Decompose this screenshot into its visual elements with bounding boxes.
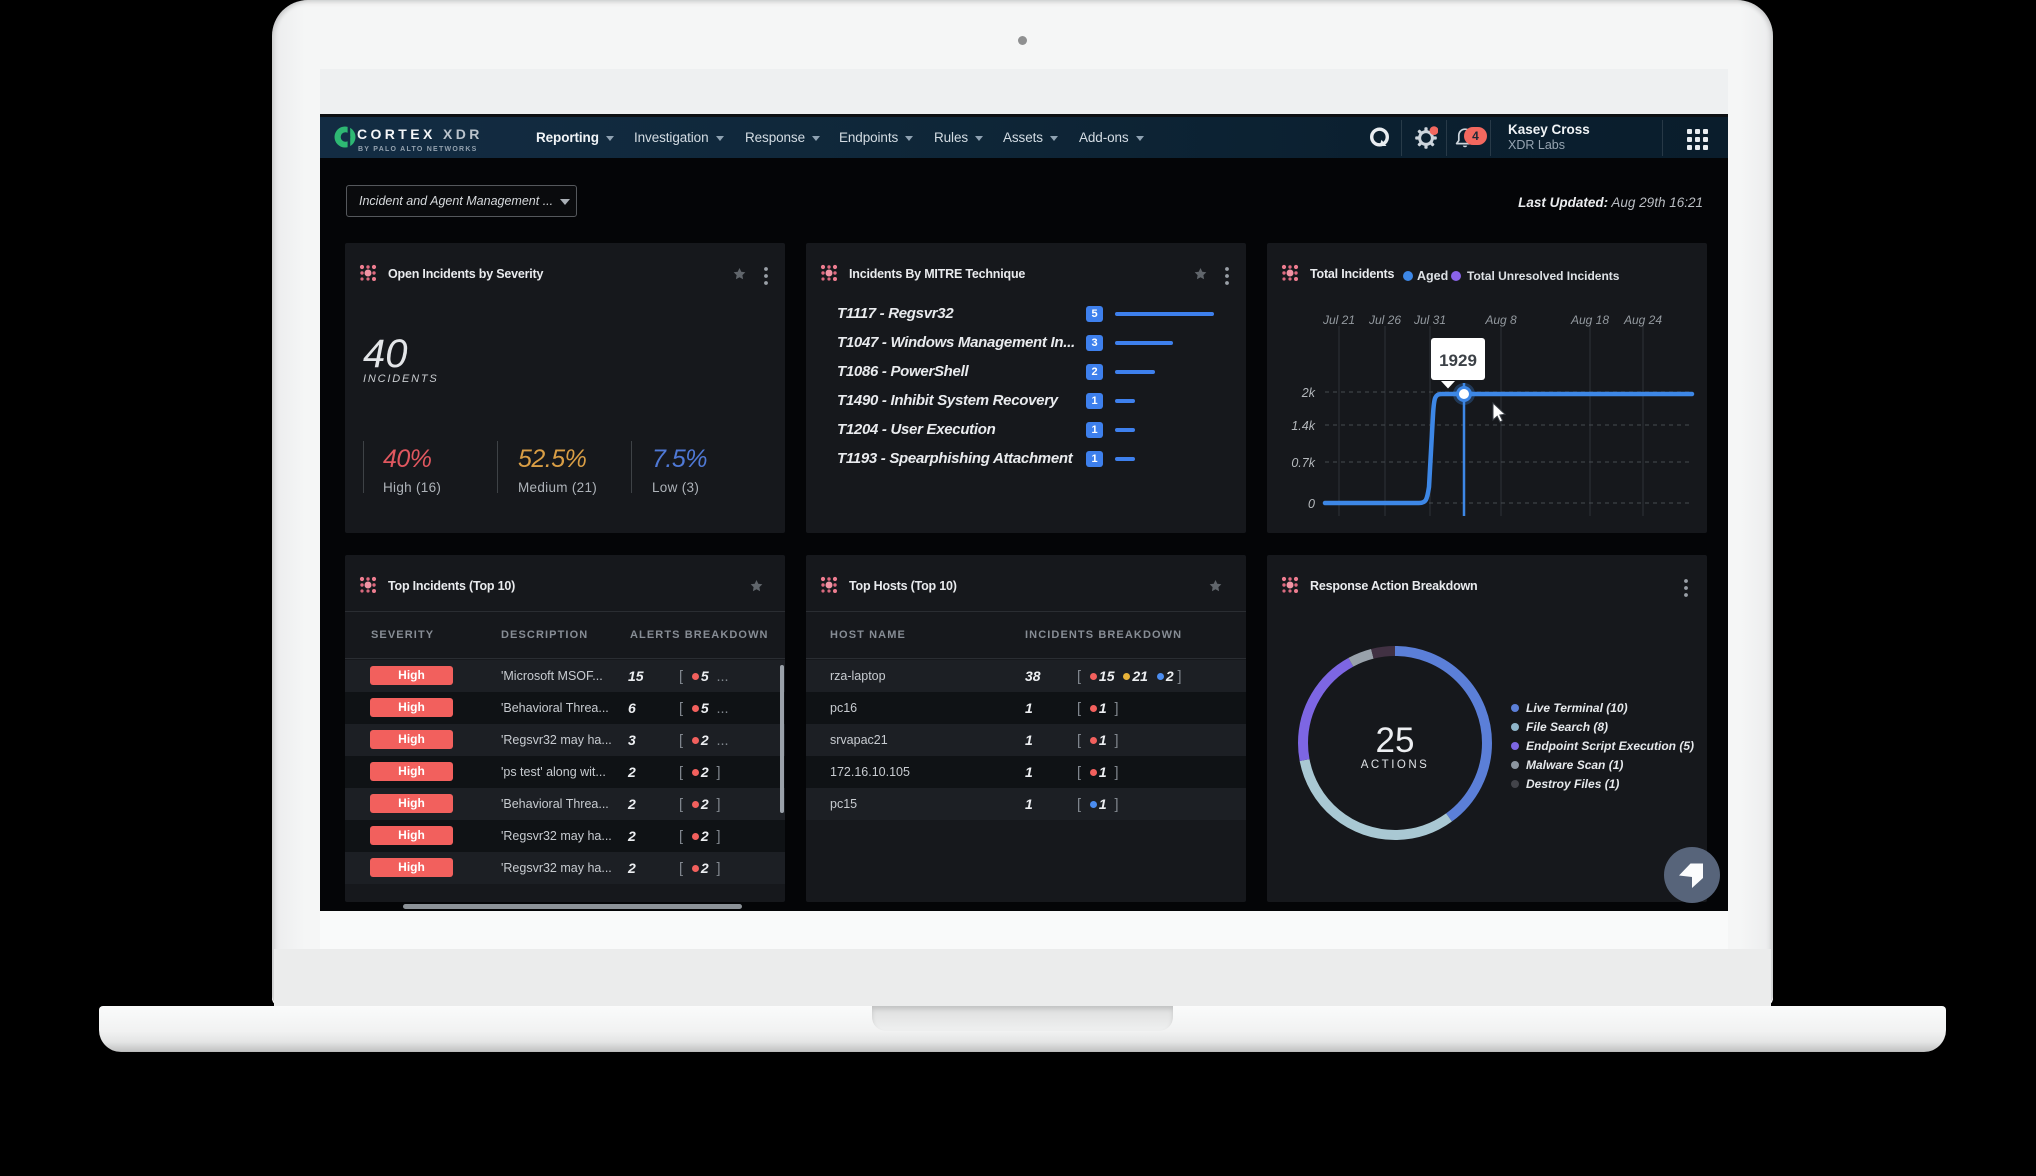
svg-text:1.4k: 1.4k [1291,419,1315,433]
svg-text:1929: 1929 [1439,351,1477,370]
svg-text:Aug 18: Aug 18 [1570,313,1609,327]
svg-text:2k: 2k [1301,386,1316,400]
svg-text:Aug 24: Aug 24 [1623,313,1662,327]
svg-text:Jul 26: Jul 26 [1368,313,1401,327]
svg-text:Jul 21: Jul 21 [1322,313,1355,327]
svg-text:Aug 8: Aug 8 [1484,313,1517,327]
svg-text:0.7k: 0.7k [1291,456,1315,470]
svg-text:0: 0 [1308,497,1315,511]
svg-text:Jul 31: Jul 31 [1413,313,1446,327]
